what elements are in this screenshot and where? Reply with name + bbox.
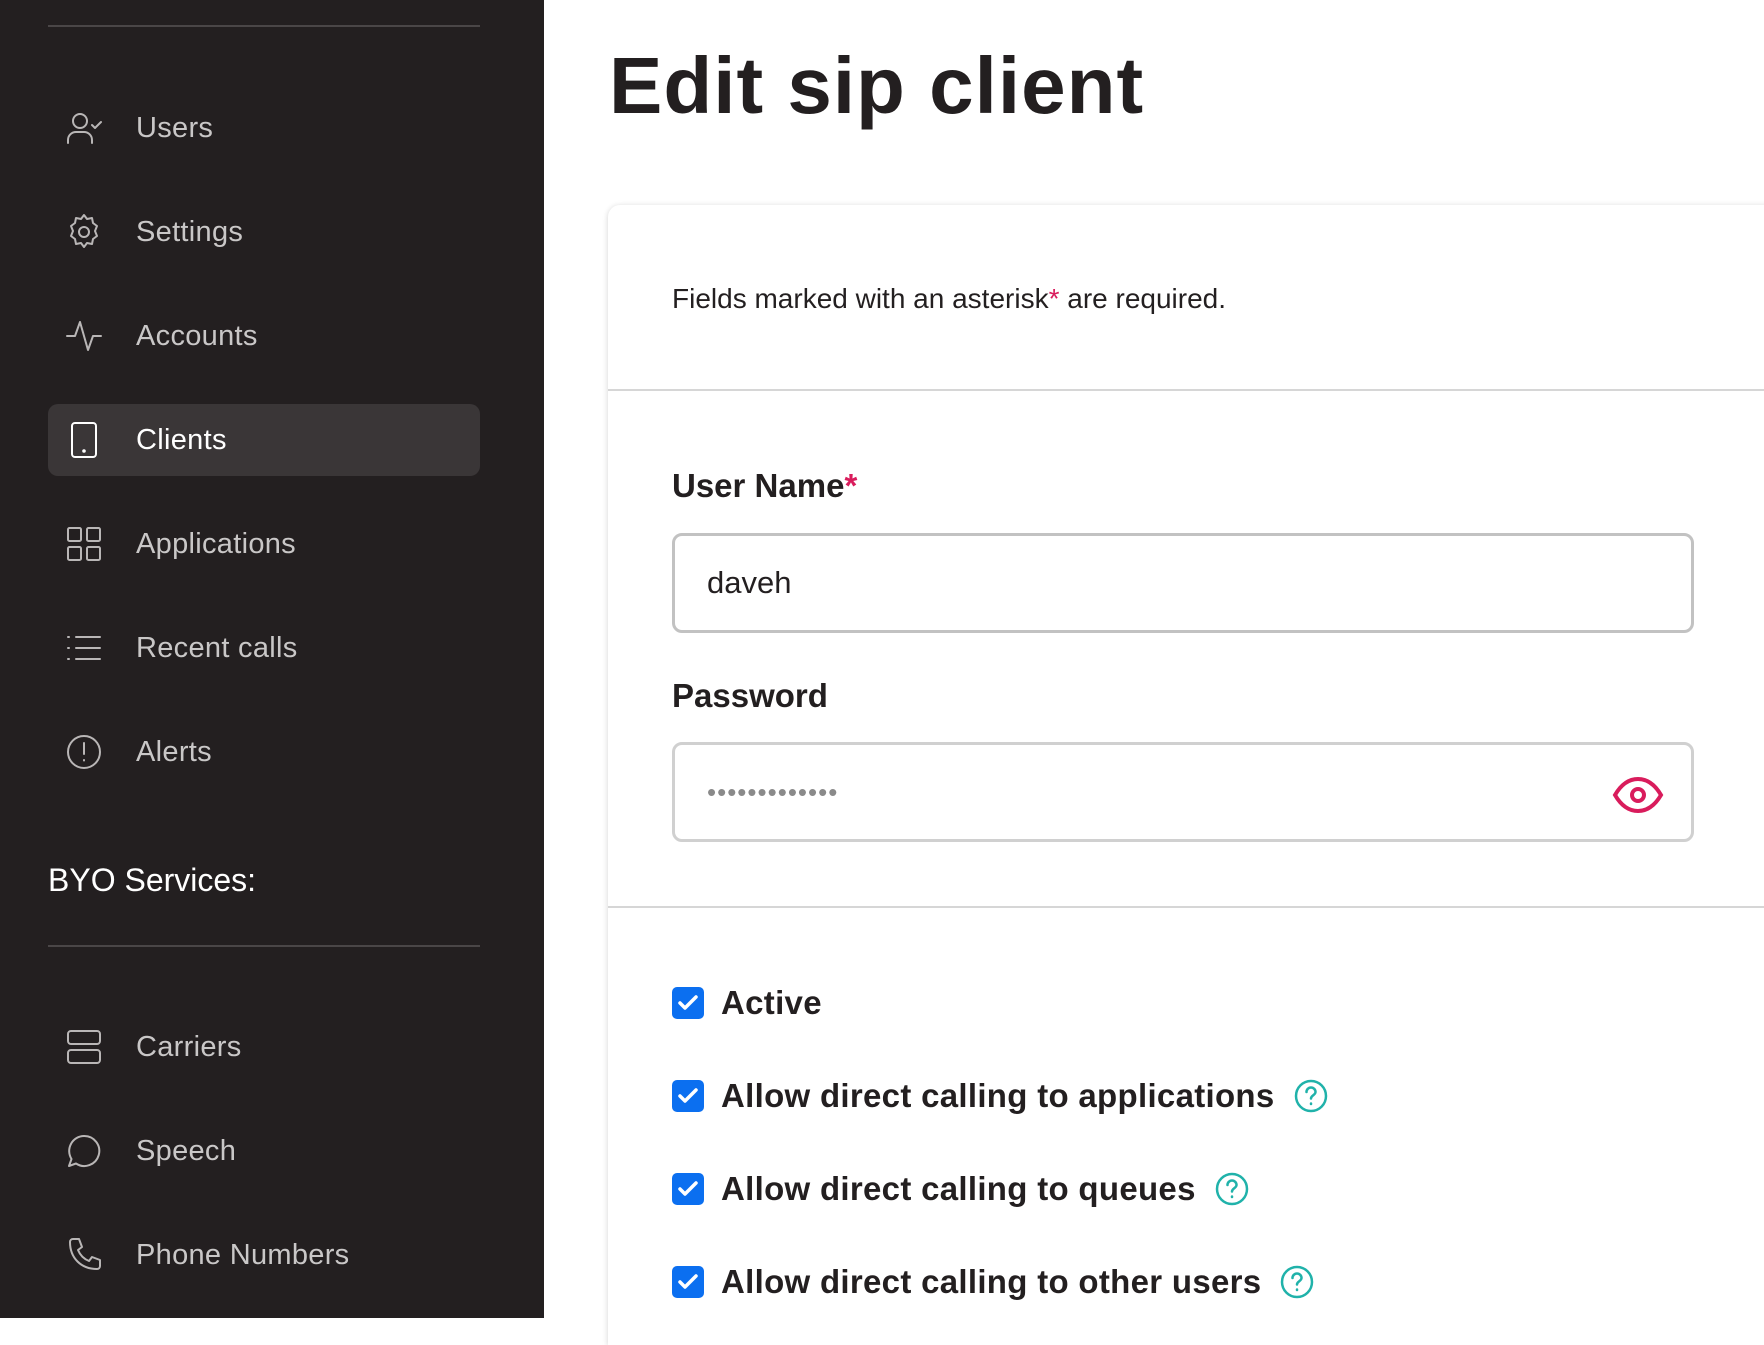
sidebar-item-label: Settings bbox=[136, 215, 244, 248]
sidebar-item-alerts[interactable]: Alerts bbox=[48, 716, 480, 788]
checkmark-icon bbox=[678, 1181, 698, 1196]
allow-applications-checkbox-row: Allow direct calling to applications bbox=[672, 1072, 1329, 1120]
sidebar-item-label: Alerts bbox=[136, 735, 212, 768]
sidebar-item-label: Users bbox=[136, 111, 214, 144]
activity-icon bbox=[64, 316, 104, 356]
required-note-suffix: are required. bbox=[1059, 283, 1227, 314]
sidebar-item-label: Accounts bbox=[136, 319, 258, 352]
checkbox-label[interactable]: Allow direct calling to applications bbox=[721, 1077, 1275, 1115]
sidebar-item-users[interactable]: Users bbox=[48, 92, 480, 164]
help-icon[interactable] bbox=[1214, 1171, 1250, 1207]
help-icon[interactable] bbox=[1279, 1264, 1315, 1300]
sidebar-item-label: Clients bbox=[136, 423, 227, 456]
allow-other-users-checkbox-row: Allow direct calling to other users bbox=[672, 1258, 1315, 1306]
show-password-toggle[interactable] bbox=[1608, 765, 1668, 825]
users-icon bbox=[64, 108, 104, 148]
page-title: Edit sip client bbox=[609, 41, 1145, 130]
username-label-text: User Name bbox=[672, 467, 845, 504]
checkbox-label[interactable]: Active bbox=[721, 984, 822, 1022]
required-note: Fields marked with an asterisk* are requ… bbox=[672, 283, 1226, 315]
sidebar-item-phone-numbers[interactable]: Phone Numbers bbox=[48, 1219, 480, 1291]
password-label: Password bbox=[672, 677, 828, 714]
sidebar-item-clients[interactable]: Clients bbox=[48, 404, 480, 476]
byo-services-heading: BYO Services: bbox=[48, 862, 257, 898]
chat-bubble-icon bbox=[64, 1131, 104, 1171]
card-divider bbox=[608, 906, 1764, 908]
allow-applications-checkbox[interactable] bbox=[672, 1080, 704, 1112]
eye-icon bbox=[1612, 776, 1664, 814]
checkmark-icon bbox=[678, 1274, 698, 1289]
password-input[interactable] bbox=[672, 742, 1694, 842]
checkmark-icon bbox=[678, 995, 698, 1010]
sidebar-item-carriers[interactable]: Carriers bbox=[48, 1011, 480, 1083]
allow-queues-checkbox-row: Allow direct calling to queues bbox=[672, 1165, 1250, 1213]
sidebar-item-settings[interactable]: Settings bbox=[48, 196, 480, 268]
sidebar-item-label: Speech bbox=[136, 1134, 237, 1167]
server-icon bbox=[64, 1027, 104, 1067]
active-checkbox[interactable] bbox=[672, 987, 704, 1019]
username-input[interactable] bbox=[672, 533, 1694, 633]
list-icon bbox=[64, 628, 104, 668]
sidebar-item-label: Applications bbox=[136, 527, 296, 560]
required-asterisk: * bbox=[1048, 283, 1060, 314]
checkmark-icon bbox=[678, 1088, 698, 1103]
help-icon[interactable] bbox=[1293, 1078, 1329, 1114]
sidebar-item-label: Recent calls bbox=[136, 631, 298, 664]
phone-icon bbox=[64, 1235, 104, 1275]
checkbox-label[interactable]: Allow direct calling to queues bbox=[721, 1170, 1196, 1208]
card-divider bbox=[608, 389, 1764, 391]
sidebar-item-label: Phone Numbers bbox=[136, 1238, 350, 1271]
form-card: Fields marked with an asterisk* are requ… bbox=[608, 205, 1764, 1345]
sidebar-divider bbox=[48, 25, 480, 27]
sidebar-divider bbox=[48, 945, 480, 947]
grid-icon bbox=[64, 524, 104, 564]
username-label: User Name* bbox=[672, 467, 857, 505]
required-asterisk: * bbox=[844, 467, 858, 504]
sidebar-item-accounts[interactable]: Accounts bbox=[48, 300, 480, 372]
checkbox-label[interactable]: Allow direct calling to other users bbox=[721, 1263, 1261, 1301]
allow-other-users-checkbox[interactable] bbox=[672, 1266, 704, 1298]
alert-circle-icon bbox=[64, 732, 104, 772]
tablet-icon bbox=[64, 420, 104, 460]
sidebar-item-speech[interactable]: Speech bbox=[48, 1115, 480, 1187]
allow-queues-checkbox[interactable] bbox=[672, 1173, 704, 1205]
required-note-text: Fields marked with an asterisk bbox=[672, 283, 1049, 314]
gear-icon bbox=[64, 212, 104, 252]
active-checkbox-row: Active bbox=[672, 979, 822, 1027]
sidebar-item-applications[interactable]: Applications bbox=[48, 508, 480, 580]
sidebar-item-recent-calls[interactable]: Recent calls bbox=[48, 612, 480, 684]
sidebar-item-label: Carriers bbox=[136, 1030, 242, 1063]
sidebar: Users Settings Accounts Clients Applicat… bbox=[0, 0, 544, 1318]
